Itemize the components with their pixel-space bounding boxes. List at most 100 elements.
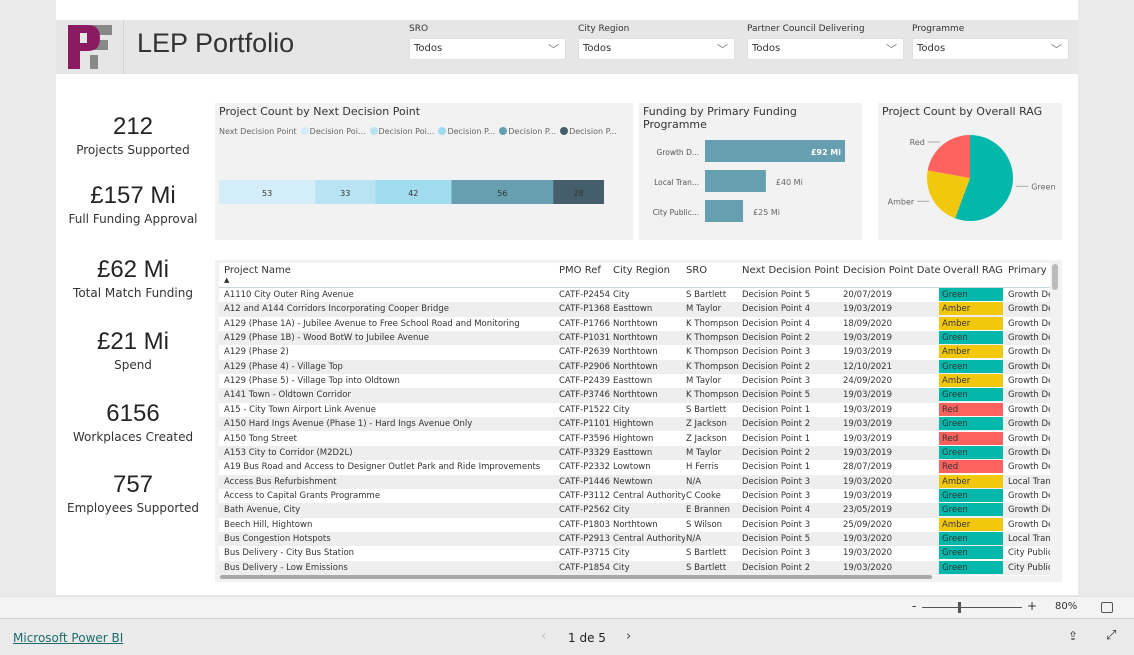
table-row[interactable]: Bus Delivery - City Bus Station CATF-P371… xyxy=(219,546,1050,560)
column-header-sro[interactable]: SRO xyxy=(686,265,707,276)
column-header-city-region[interactable]: City Region xyxy=(613,265,670,276)
cell-pmo-ref: CATF-P2332 xyxy=(559,462,610,473)
cell-project-name: Bath Avenue, City xyxy=(224,505,301,516)
cell-next-decision-point: Decision Point 3 xyxy=(742,347,811,358)
cell-sro: S Bartlett xyxy=(686,562,727,573)
pie-label: Green xyxy=(1031,182,1055,191)
table-row[interactable]: A129 (Phase 5) - Village Top into Oldtow… xyxy=(219,374,1050,388)
cell-city-region: Lowtown xyxy=(613,462,651,473)
cell-overall-rag: Amber xyxy=(939,316,1003,330)
cell-primary-funding: Growth Dea xyxy=(1008,490,1050,501)
cell-sro: H Ferris xyxy=(686,462,719,473)
filter-city-region: City Region Todos ﹀ xyxy=(578,24,735,60)
cell-overall-rag: Amber xyxy=(939,517,1003,531)
table-row[interactable]: Bath Avenue, City CATF-P2562 City E Brannen… xyxy=(219,503,1050,518)
kpi-value: 6156 xyxy=(106,400,160,427)
cell-overall-rag: Green xyxy=(939,488,1003,502)
table-row[interactable]: A153 City to Corridor (M2D2L) CATF-P3329 E… xyxy=(219,445,1050,461)
table-row[interactable]: Beech Hill, Hightown CATF-P1803 Northtown S… xyxy=(219,517,1050,532)
cell-pmo-ref: CATF-P1446 xyxy=(559,476,610,487)
cell-overall-rag: Amber xyxy=(939,345,1003,359)
cell-city-region: Central Authority xyxy=(613,533,685,544)
filter-label: Programme xyxy=(912,24,965,34)
cell-decision-point-date: 23/05/2019 xyxy=(843,505,892,516)
table-row[interactable]: A129 (Phase 1B) - Wood BotW to Jubilee A… xyxy=(219,331,1050,346)
table-row[interactable]: A15 - City Town Airport Link Avenue CATF-… xyxy=(219,402,1050,417)
cell-primary-funding: Growth Dea xyxy=(1008,505,1050,516)
column-header-decision-point-date[interactable]: Decision Point Date xyxy=(843,265,941,276)
cell-pmo-ref: CATF-P2562 xyxy=(559,505,610,516)
table-row[interactable]: A141 Town - Oldtown Corridor CATF-P3746 No… xyxy=(219,388,1050,403)
cell-decision-point-date: 19/03/2020 xyxy=(843,562,892,573)
fit-to-page-icon[interactable] xyxy=(1101,602,1113,613)
cell-sro: M Taylor xyxy=(686,376,722,387)
zoom-slider[interactable] xyxy=(922,607,1022,608)
rag-pie-chart[interactable]: Project Count by Overall RAG Green Amber R… xyxy=(878,103,1062,240)
pf-logo xyxy=(68,25,112,69)
table-row[interactable]: A129 (Phase 1A) - Jubilee Avenue to Free… xyxy=(219,316,1050,331)
table-row[interactable]: A1110 City Outer Ring Avenue CATF-P2454 Ci… xyxy=(219,288,1050,302)
decision-point-chart[interactable]: Project Count by Next Decision Point Nex… xyxy=(215,103,633,240)
cell-pmo-ref: CATF-P1031 xyxy=(559,333,610,344)
filter-partner-council: Partner Council Delivering Todos ﹀ xyxy=(747,24,904,60)
table-row[interactable]: Access to Capital Grants Programme CATF-P… xyxy=(219,488,1050,503)
table-row[interactable]: A150 Tong Street CATF-P3596 Hightown Z Jack… xyxy=(219,431,1050,446)
column-header-next-decision-point[interactable]: Next Decision Point xyxy=(742,265,839,276)
cell-project-name: A15 - City Town Airport Link Avenue xyxy=(224,404,376,415)
column-header-pmo-ref[interactable]: PMO Ref xyxy=(559,265,601,276)
cell-next-decision-point: Decision Point 3 xyxy=(742,376,811,387)
cell-sro: K Thompson xyxy=(686,390,739,401)
table-row[interactable]: A129 (Phase 2) CATF-P2639 Northtown K Thomp… xyxy=(219,345,1050,359)
zoom-in-button[interactable]: + xyxy=(1027,599,1037,613)
cell-city-region: City xyxy=(613,404,630,415)
cell-city-region: Central Authority xyxy=(613,490,685,501)
header-label: Project Name xyxy=(224,265,291,276)
cell-primary-funding: Growth Dea xyxy=(1008,404,1050,415)
kpi-spend: £21 Mi Spend xyxy=(60,328,206,372)
category-label: City Public... xyxy=(653,208,699,217)
cell-overall-rag: Green xyxy=(939,388,1003,402)
table-row[interactable]: A150 Hard Ings Avenue (Phase 1) - Hard I… xyxy=(219,417,1050,432)
cell-sro: N/A xyxy=(686,476,702,487)
power-bi-link[interactable]: Microsoft Power BI xyxy=(13,631,123,645)
vertical-scrollbar[interactable] xyxy=(1052,264,1058,290)
column-header-overall-rag[interactable]: Overall RAG xyxy=(943,265,1003,276)
cell-pmo-ref: CATF-P1522 xyxy=(559,404,610,415)
pie-label: Red xyxy=(910,138,925,147)
column-header-project-name[interactable]: Project Name ▲ xyxy=(224,265,291,284)
funding-bar xyxy=(705,170,766,192)
table-row[interactable]: Access Bus Refurbishment CATF-P1446 Newtow… xyxy=(219,474,1050,489)
table-row[interactable]: Bus Congestion Hotspots CATF-P2913 Central… xyxy=(219,531,1050,547)
cell-pmo-ref: CATF-P3596 xyxy=(559,433,610,444)
data-label: £92 Mi xyxy=(811,148,841,157)
sro-dropdown[interactable]: Todos ﹀ xyxy=(409,38,566,60)
cell-project-name: Bus Delivery - Low Emissions xyxy=(224,562,348,573)
cell-next-decision-point: Decision Point 5 xyxy=(742,533,811,544)
table-row[interactable]: A19 Bus Road and Access to Designer Outl… xyxy=(219,460,1050,474)
funding-chart[interactable]: Funding by Primary Funding Programme Gro… xyxy=(639,103,862,240)
next-page-icon[interactable]: › xyxy=(626,629,631,644)
funding-bar xyxy=(705,200,744,222)
kpi-value: 757 xyxy=(112,471,154,498)
cell-primary-funding: Growth Dea xyxy=(1008,390,1050,401)
kpi-workplaces-created: 6156 Workplaces Created xyxy=(60,400,206,444)
cell-decision-point-date: 19/03/2019 xyxy=(843,433,892,444)
zoom-out-button[interactable]: - xyxy=(912,599,916,613)
horizontal-scrollbar[interactable] xyxy=(220,575,932,579)
column-header-primary-funding[interactable]: Primary F xyxy=(1008,265,1050,276)
city-region-dropdown[interactable]: Todos ﹀ xyxy=(578,38,735,60)
table-row[interactable]: A12 and A144 Corridors Incorporating Coo… xyxy=(219,302,1050,317)
kpi-total-match-funding: £62 Mi Total Match Funding xyxy=(60,256,206,300)
programme-dropdown[interactable]: Todos ﹀ xyxy=(912,38,1069,60)
fullscreen-icon[interactable]: ⤢ xyxy=(1106,628,1116,643)
cell-city-region: Easttown xyxy=(613,304,653,315)
table-row[interactable]: Bus Delivery - Low Emissions CATF-P1854 Ci… xyxy=(219,560,1050,575)
share-icon[interactable]: ⇪ xyxy=(1068,629,1078,643)
cell-decision-point-date: 28/07/2019 xyxy=(843,462,892,473)
table-row[interactable]: A129 (Phase 4) - Village Top CATF-P2906 No… xyxy=(219,359,1050,375)
zoom-slider-handle[interactable] xyxy=(958,602,961,613)
cell-pmo-ref: CATF-P2439 xyxy=(559,376,610,387)
cell-project-name: A1110 City Outer Ring Avenue xyxy=(224,290,354,300)
previous-page-icon[interactable]: ‹ xyxy=(541,629,546,644)
partner-council-dropdown[interactable]: Todos ﹀ xyxy=(747,38,904,60)
